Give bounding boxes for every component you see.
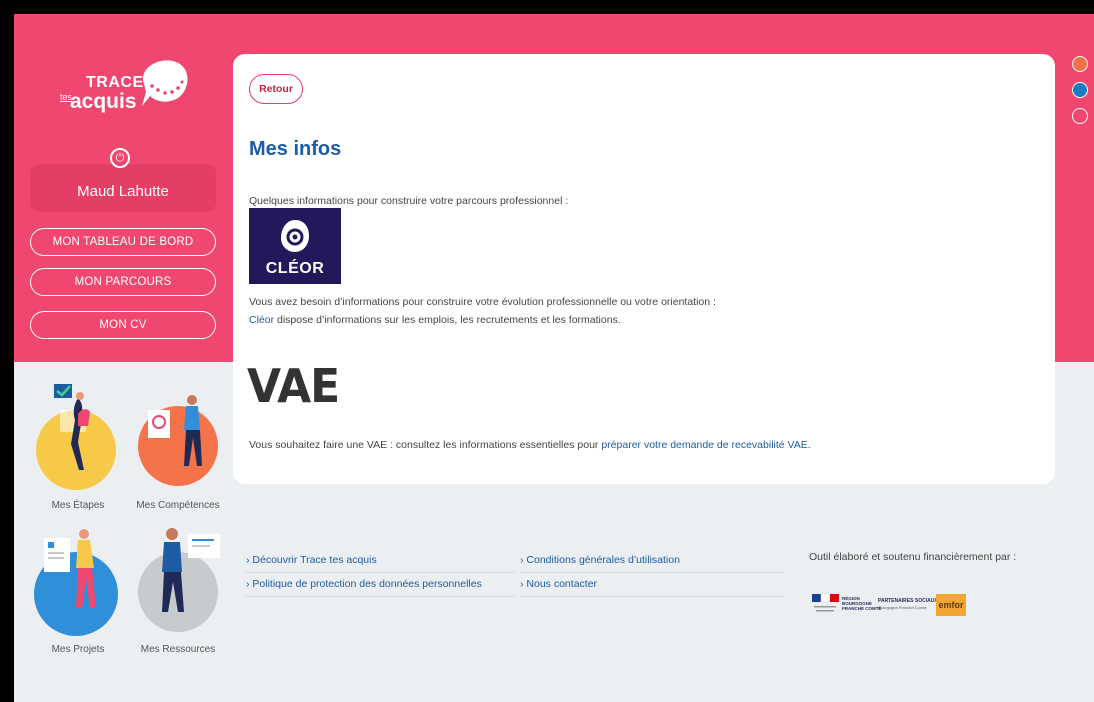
theme-dot-blue[interactable] bbox=[1072, 82, 1088, 98]
nav-parcours-label: MON PARCOURS bbox=[74, 276, 172, 288]
footer-link-politique[interactable]: › Politique de protection des données pe… bbox=[246, 578, 482, 590]
competences-illustration-icon bbox=[148, 395, 202, 466]
nav-parcours-button[interactable]: MON PARCOURS bbox=[30, 268, 216, 296]
vae-recevabilite-link[interactable]: préparer votre demande de recevabilité V… bbox=[601, 439, 807, 451]
cleor-description: Vous avez besoin d’informations pour con… bbox=[249, 296, 716, 308]
tile-mes-competences[interactable]: Mes Compétences bbox=[128, 380, 228, 511]
vae-description-suffix: . bbox=[807, 439, 811, 451]
funder-text: Outil élaboré et soutenu financièrement … bbox=[809, 551, 1017, 563]
user-name: Maud Lahutte bbox=[77, 182, 169, 200]
etapes-illustration-icon bbox=[54, 384, 90, 470]
footer-divider bbox=[246, 572, 514, 573]
cleor-logo-icon bbox=[281, 220, 309, 252]
footer-link-contact[interactable]: › Nous contacter bbox=[520, 578, 597, 590]
info-card: Retour Mes infos Quelques informations p… bbox=[233, 54, 1055, 484]
tile-mes-etapes[interactable]: Mes Étapes bbox=[28, 380, 128, 511]
tile-etapes-label: Mes Étapes bbox=[51, 500, 105, 511]
intro-text: Quelques informations pour construire vo… bbox=[249, 195, 569, 207]
logo-acquis-text: acquis bbox=[70, 90, 137, 113]
page-title: Mes infos bbox=[249, 138, 342, 160]
footer-link-decouvrir[interactable]: › Découvrir Trace tes acquis bbox=[246, 554, 377, 566]
vae-description-prefix: Vous souhaitez faire une VAE : consultez… bbox=[249, 439, 602, 451]
cleor-logo[interactable]: CLÉOR bbox=[249, 208, 341, 284]
logo-bubble-icon bbox=[142, 60, 188, 106]
cleor-link[interactable]: Cléor bbox=[249, 314, 274, 326]
trace-tes-acquis-logo[interactable]: TRACE tes acquis bbox=[54, 52, 194, 113]
sidebar: TRACE tes acquis Maud Lahutte ⏻ MON TABL… bbox=[14, 14, 232, 702]
cleor-description-line2: Cléor dispose d’informations sur les emp… bbox=[249, 314, 621, 326]
projets-illustration-icon bbox=[44, 529, 96, 608]
back-button-label: Retour bbox=[259, 83, 293, 95]
tile-competences-label: Mes Compétences bbox=[136, 500, 220, 511]
back-button[interactable]: Retour bbox=[249, 74, 303, 104]
cleor-description-rest: dispose d’informations sur les emplois, … bbox=[274, 314, 621, 326]
logout-power-icon[interactable]: ⏻ bbox=[110, 148, 130, 168]
footer-link-cgu[interactable]: › Conditions générales d’utilisation bbox=[520, 554, 680, 566]
theme-dot-orange[interactable] bbox=[1072, 56, 1088, 72]
nav-dashboard-label: MON TABLEAU DE BORD bbox=[52, 236, 194, 248]
footer-divider bbox=[520, 596, 784, 597]
partners-logo-subtext: Bourgogne-Franche-Comté bbox=[878, 605, 927, 610]
tile-mes-projets[interactable]: Mes Projets bbox=[28, 524, 128, 655]
tile-mes-ressources[interactable]: Mes Ressources bbox=[128, 524, 228, 655]
partner-logos: RÉGION BOURGOGNE FRANCHE COMTÉ PARTENAIR… bbox=[808, 592, 968, 620]
vae-logo: VAE bbox=[247, 360, 340, 414]
page-frame: TRACE tes acquis Maud Lahutte ⏻ MON TABL… bbox=[14, 14, 1094, 702]
footer-divider bbox=[520, 572, 784, 573]
tile-projets-label: Mes Projets bbox=[51, 644, 105, 655]
nav-dashboard-button[interactable]: MON TABLEAU DE BORD bbox=[30, 228, 216, 256]
cleor-logo-text: CLÉOR bbox=[265, 260, 325, 277]
nav-cv-label: MON CV bbox=[99, 319, 147, 331]
tile-ressources-label: Mes Ressources bbox=[140, 644, 216, 655]
footer-divider bbox=[246, 596, 514, 597]
ressources-illustration-icon bbox=[162, 528, 220, 612]
nav-cv-button[interactable]: MON CV bbox=[30, 311, 216, 339]
vae-description: Vous souhaitez faire une VAE : consultez… bbox=[249, 439, 811, 451]
theme-dot-outline[interactable] bbox=[1072, 108, 1088, 124]
user-name-box: Maud Lahutte bbox=[30, 164, 216, 212]
emfor-logo: emfor bbox=[936, 594, 966, 616]
republique-francaise-logo-icon bbox=[812, 593, 839, 612]
partners-logo-text: PARTENAIRES SOCIAUX bbox=[878, 598, 938, 604]
